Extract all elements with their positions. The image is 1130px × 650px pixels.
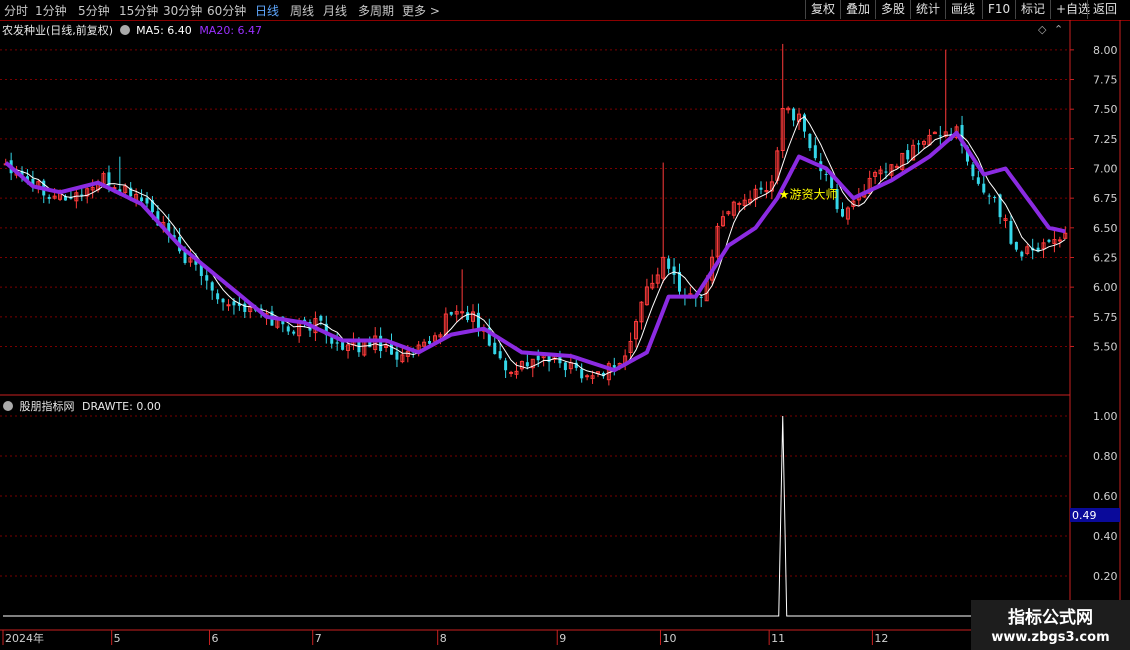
- candle-body-down: [1047, 239, 1051, 242]
- kline-chart[interactable]: 5.50 5.75 6.00 6.25 6.50 6.75 7.00 7.25 7.50 7.75…: [0, 0, 1130, 650]
- watermark: 指标公式网 www.zbgs3.com: [971, 600, 1130, 650]
- candle-body-down: [808, 133, 812, 149]
- candle-body-down: [493, 342, 497, 355]
- price-tick-label: 5.75: [1093, 311, 1118, 324]
- candle-body-down: [140, 197, 144, 202]
- candle-body-down: [1009, 220, 1013, 244]
- price-tick-label: 6.00: [1093, 281, 1118, 294]
- candle-body-down: [319, 315, 323, 321]
- candle-body-down: [449, 311, 453, 315]
- candle-body-up: [226, 304, 231, 307]
- candle-body-down: [792, 108, 796, 121]
- candle-body-down: [243, 303, 247, 313]
- date-tick-label: 12: [874, 632, 888, 645]
- price-tick-label: 6.50: [1093, 222, 1118, 235]
- candle-body-down: [759, 187, 763, 190]
- candle-body-down: [993, 196, 997, 198]
- candle-body-down: [563, 362, 567, 371]
- candle-body-down: [205, 275, 209, 281]
- candle-body-down: [987, 195, 991, 197]
- candle-body-down: [525, 362, 529, 367]
- candle-body-down: [221, 298, 225, 303]
- candle-body-down: [232, 301, 236, 306]
- candle-body-down: [699, 296, 703, 298]
- candle-body-down: [1014, 241, 1018, 250]
- candle-body-down: [906, 150, 910, 160]
- candle-body-down: [580, 368, 584, 379]
- cursor-value-label: 0.49: [1072, 509, 1097, 522]
- candle-body-down: [938, 135, 942, 137]
- candle-body-down: [976, 177, 980, 184]
- candle-body-down: [292, 331, 296, 334]
- candle-body-down: [672, 266, 676, 275]
- price-tick-label: 6.25: [1093, 251, 1118, 264]
- date-tick-label: 5: [114, 632, 121, 645]
- candle-body-up: [509, 371, 514, 374]
- candle-body-down: [379, 335, 383, 352]
- candle-body-down: [47, 196, 51, 199]
- candle-body-down: [428, 340, 432, 344]
- indicator-tick-label: 0.20: [1093, 570, 1118, 583]
- date-tick-label: 2024年: [5, 631, 44, 645]
- candle-body-up: [894, 165, 899, 168]
- candle-body-down: [884, 171, 888, 173]
- date-tick-label: 10: [662, 632, 676, 645]
- candle-body-down: [210, 282, 214, 291]
- date-tick-label: 9: [559, 632, 566, 645]
- price-tick-label: 5.50: [1093, 340, 1118, 353]
- indicator-tick-label: 0.80: [1093, 450, 1118, 463]
- drawte-line: [3, 415, 1068, 617]
- candle-body-down: [498, 351, 502, 359]
- price-tick-label: 7.00: [1093, 163, 1118, 176]
- date-tick-label: 11: [771, 632, 785, 645]
- candle-body-down: [536, 355, 540, 361]
- diamond-icon: ◇: [1038, 23, 1047, 36]
- date-tick-label: 6: [211, 632, 218, 645]
- candle-body-down: [330, 337, 334, 344]
- candle-body-down: [982, 183, 986, 193]
- candle-body-down: [612, 365, 616, 368]
- candle-body-down: [466, 312, 470, 320]
- price-tick-label: 7.50: [1093, 103, 1118, 116]
- candle-body-down: [335, 342, 339, 344]
- indicator-tick-label: 0.40: [1093, 530, 1118, 543]
- chevron-up-icon: ⌃: [1054, 23, 1063, 36]
- candle-body-down: [1020, 251, 1024, 257]
- candle-body-down: [504, 360, 508, 371]
- candle-body-down: [667, 258, 671, 269]
- price-tick-label: 6.75: [1093, 192, 1118, 205]
- candle-body-up: [737, 202, 742, 205]
- candle-body-up: [1057, 239, 1062, 242]
- watermark-title: 指标公式网: [1008, 608, 1093, 628]
- candle-body-down: [917, 143, 921, 145]
- date-tick-label: 7: [315, 632, 322, 645]
- signal-annotation: ★游资大师: [779, 188, 838, 202]
- candle-body-down: [841, 209, 845, 217]
- candle-body-down: [216, 293, 220, 300]
- indicator-tick-label: 1.00: [1093, 410, 1118, 423]
- candle-body-down: [971, 164, 975, 177]
- candle-body-down: [813, 145, 817, 159]
- price-tick-label: 7.75: [1093, 74, 1118, 87]
- candle-body-down: [476, 312, 480, 329]
- watermark-url: www.zbgs3.com: [991, 630, 1110, 645]
- candle-body-up: [585, 375, 590, 378]
- candle-body-down: [145, 198, 149, 204]
- indicator-tick-label: 0.60: [1093, 490, 1118, 503]
- candle-body-down: [395, 351, 399, 360]
- candle-body-down: [286, 326, 290, 332]
- candle-body-down: [824, 173, 828, 175]
- price-tick-label: 7.25: [1093, 133, 1118, 146]
- price-tick-label: 8.00: [1093, 44, 1118, 57]
- date-tick-label: 8: [440, 632, 447, 645]
